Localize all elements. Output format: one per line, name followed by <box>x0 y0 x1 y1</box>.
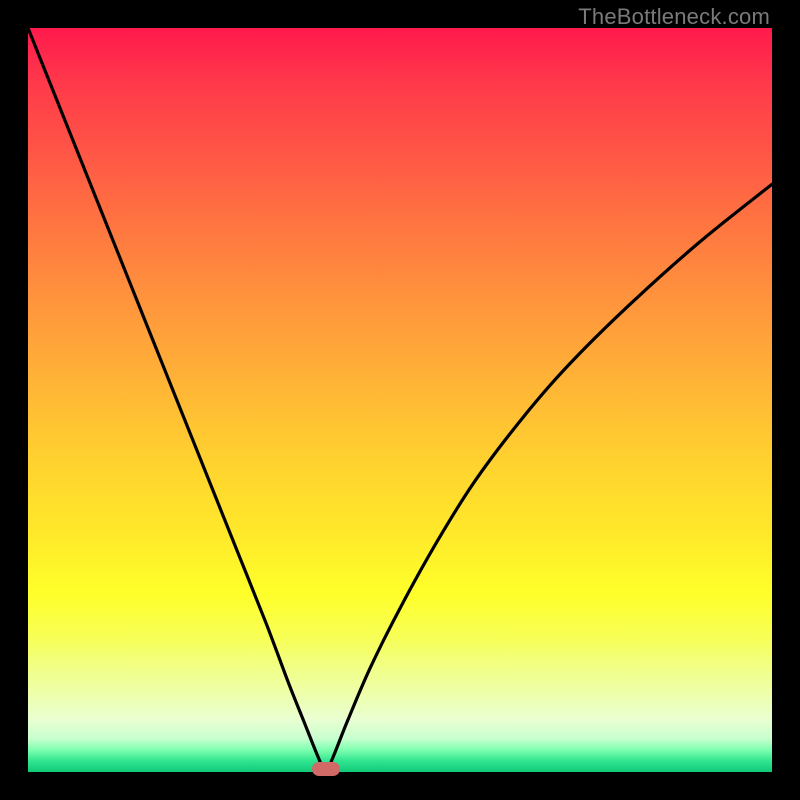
plot-area <box>28 28 772 772</box>
chart-frame: TheBottleneck.com <box>0 0 800 800</box>
watermark-text: TheBottleneck.com <box>578 4 770 30</box>
bottleneck-curve <box>28 28 772 772</box>
optimal-point-marker <box>312 762 340 776</box>
